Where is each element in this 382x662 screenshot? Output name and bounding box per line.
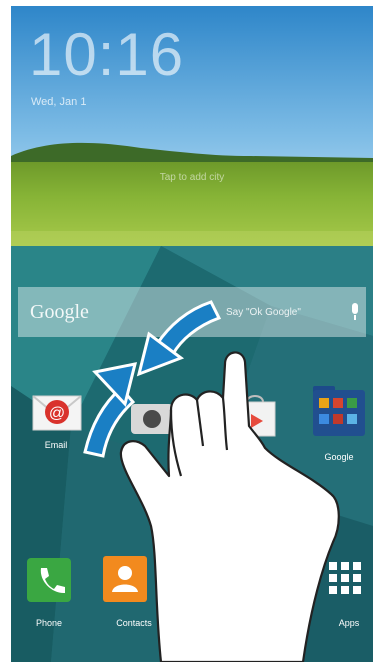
- dock-apps[interactable]: Apps: [327, 560, 367, 628]
- dock-contacts-label: Contacts: [116, 618, 152, 628]
- lockscreen-date: Wed, Jan 1: [31, 96, 87, 108]
- app-google-label: Google: [324, 452, 354, 462]
- app-email-label: Email: [44, 440, 68, 450]
- dock-apps-label: Apps: [338, 618, 360, 628]
- home-screen: 10:16 Wed, Jan 1 Tap to add city Google …: [11, 6, 373, 662]
- lockscreen-clock: 10:16: [29, 21, 185, 88]
- app-google-folder[interactable]: Google: [311, 384, 367, 464]
- google-search-bar[interactable]: Google Say "Ok Google": [18, 287, 366, 337]
- app-play-store[interactable]: [233, 394, 277, 438]
- mic-icon[interactable]: [351, 303, 359, 321]
- dock-phone[interactable]: Phone: [27, 558, 71, 628]
- dock-contacts[interactable]: Contacts: [103, 556, 152, 628]
- voice-search-hint: Say "Ok Google": [226, 307, 301, 318]
- camera-icon: [131, 404, 173, 434]
- play-store-icon: [234, 395, 276, 437]
- google-logo: Google: [30, 301, 89, 323]
- dock-phone-label: Phone: [35, 618, 63, 628]
- add-city-hint[interactable]: Tap to add city: [11, 172, 373, 183]
- app-camera[interactable]: [129, 398, 175, 438]
- apps-grid-icon: [329, 562, 361, 594]
- phone-icon: [27, 558, 71, 602]
- email-icon: @: [32, 395, 82, 431]
- app-email[interactable]: @ Email: [31, 392, 83, 462]
- svg-text:@: @: [49, 405, 65, 422]
- contacts-icon: [103, 556, 147, 602]
- google-folder-icon: [313, 386, 365, 436]
- lockscreen-wallpaper: 10:16 Wed, Jan 1 Tap to add city: [11, 6, 373, 246]
